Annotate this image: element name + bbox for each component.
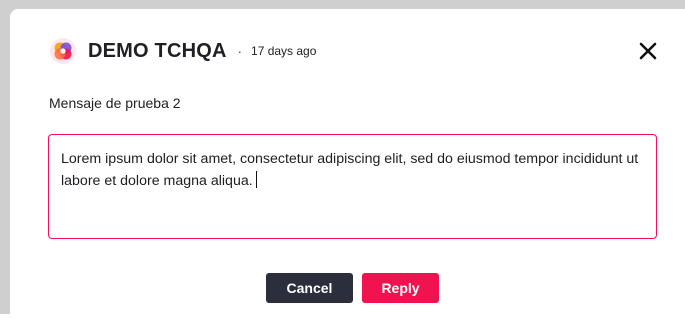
- reply-text: Lorem ipsum dolor sit amet, consectetur …: [61, 151, 639, 189]
- text-caret: [255, 171, 257, 188]
- reply-textarea[interactable]: Lorem ipsum dolor sit amet, consectetur …: [48, 134, 657, 239]
- cancel-button[interactable]: Cancel: [266, 273, 353, 303]
- post-header: DEMO TCHQA · 17 days ago: [50, 38, 316, 64]
- post-subject: Mensaje de prueba 2: [49, 95, 181, 111]
- app-logo-icon: [50, 38, 76, 64]
- post-time: 17 days ago: [251, 44, 317, 58]
- close-icon[interactable]: [638, 41, 658, 61]
- post-author: DEMO TCHQA: [88, 39, 227, 62]
- separator-dot: ·: [237, 43, 243, 59]
- reply-button[interactable]: Reply: [362, 273, 439, 303]
